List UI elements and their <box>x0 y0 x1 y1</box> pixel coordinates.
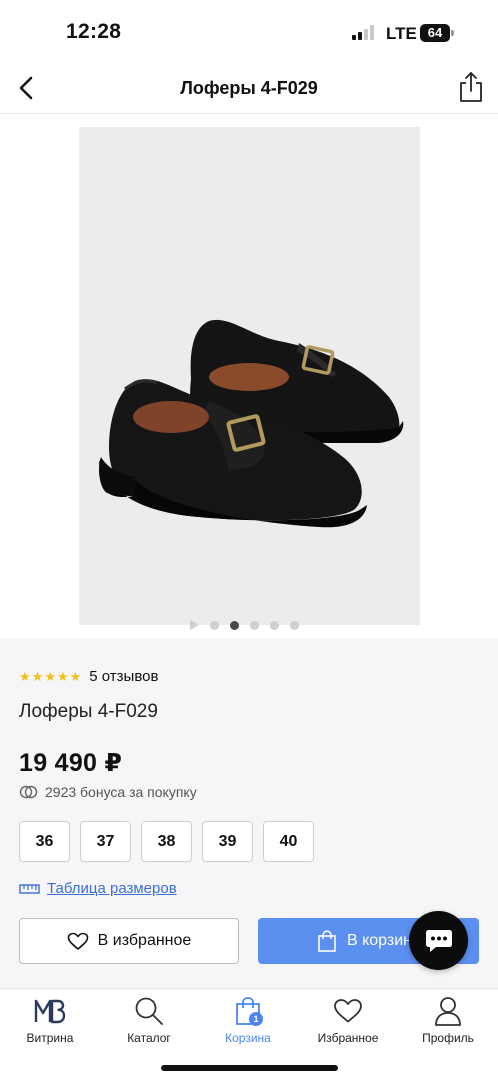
heart-icon <box>67 932 88 950</box>
status-time: 12:28 <box>66 20 122 43</box>
network-type: LTE <box>386 24 417 43</box>
cart-badge: 1 <box>249 1012 263 1026</box>
size-option[interactable]: 37 <box>80 821 131 862</box>
rating-stars: ★ ★ ★ ★ ★ <box>19 668 82 684</box>
header: Лоферы 4-F029 <box>0 64 498 114</box>
loafers-image <box>99 319 404 528</box>
share-button[interactable] <box>456 70 486 104</box>
coins-icon <box>19 785 38 799</box>
bag-icon: 1 <box>231 995 265 1027</box>
share-icon <box>460 72 482 102</box>
star-icon: ★ <box>31 668 44 684</box>
star-icon: ★ <box>69 668 82 684</box>
product-price: 19 490 ₽ <box>19 749 123 777</box>
nav-label: Корзина <box>225 1031 271 1045</box>
heart-icon <box>331 995 365 1027</box>
mb-logo-icon <box>33 995 67 1027</box>
battery-level: 64 <box>420 24 450 42</box>
chat-button[interactable] <box>409 911 468 970</box>
product-image[interactable] <box>79 127 420 625</box>
nav-label: Витрина <box>26 1031 74 1045</box>
pagination-dot[interactable] <box>270 620 279 630</box>
size-table-link[interactable]: Таблица размеров <box>19 880 177 897</box>
nav-label: Избранное <box>317 1031 379 1045</box>
pagination-dot-active[interactable] <box>230 620 239 630</box>
signal-icon <box>352 24 376 40</box>
nav-label: Профиль <box>422 1031 474 1045</box>
pagination-dot[interactable] <box>210 620 219 630</box>
star-icon: ★ <box>56 668 69 684</box>
size-option[interactable]: 38 <box>141 821 192 862</box>
profile-icon <box>431 995 465 1027</box>
size-table-label[interactable]: Таблица размеров <box>47 880 177 897</box>
nav-item-favorites[interactable]: Избранное <box>308 995 388 1055</box>
pagination-dot[interactable] <box>290 620 299 630</box>
reviews-link[interactable]: 5 отзывов <box>89 668 158 685</box>
status-bar: 12:28 LTE 64 <box>0 0 498 64</box>
size-option[interactable]: 40 <box>263 821 314 862</box>
size-selector: 36 37 38 39 40 <box>19 821 314 862</box>
bottom-navigation: Витрина Каталог 1 Корзина Избранное Проф… <box>0 988 498 1080</box>
product-name: Лоферы 4-F029 <box>19 701 158 722</box>
bonus-info: 2923 бонуса за покупку <box>19 784 197 800</box>
bag-icon <box>318 930 336 952</box>
ruler-icon <box>19 883 40 894</box>
size-option[interactable]: 39 <box>202 821 253 862</box>
gallery-pagination <box>190 619 299 631</box>
star-icon: ★ <box>19 668 31 684</box>
video-play-icon[interactable] <box>190 620 199 630</box>
pagination-dot[interactable] <box>250 620 259 630</box>
home-indicator <box>161 1065 338 1071</box>
add-to-favorites-button[interactable]: В избранное <box>19 918 239 964</box>
rating[interactable]: ★ ★ ★ ★ ★ 5 отзывов <box>19 668 158 685</box>
size-option[interactable]: 36 <box>19 821 70 862</box>
star-icon: ★ <box>44 668 56 684</box>
nav-item-profile[interactable]: Профиль <box>408 995 488 1055</box>
page-title: Лоферы 4-F029 <box>180 78 318 98</box>
search-icon <box>132 995 166 1027</box>
favorites-button-label: В избранное <box>97 932 192 949</box>
chat-icon <box>425 929 452 952</box>
nav-label: Каталог <box>127 1031 171 1045</box>
nav-item-catalog[interactable]: Каталог <box>109 995 189 1055</box>
bonus-text: 2923 бонуса за покупку <box>45 784 197 800</box>
nav-item-cart[interactable]: 1 Корзина <box>208 995 288 1055</box>
nav-item-vitrina[interactable]: Витрина <box>10 995 90 1055</box>
product-gallery[interactable] <box>0 115 498 639</box>
battery-icon: 64 <box>420 24 454 42</box>
